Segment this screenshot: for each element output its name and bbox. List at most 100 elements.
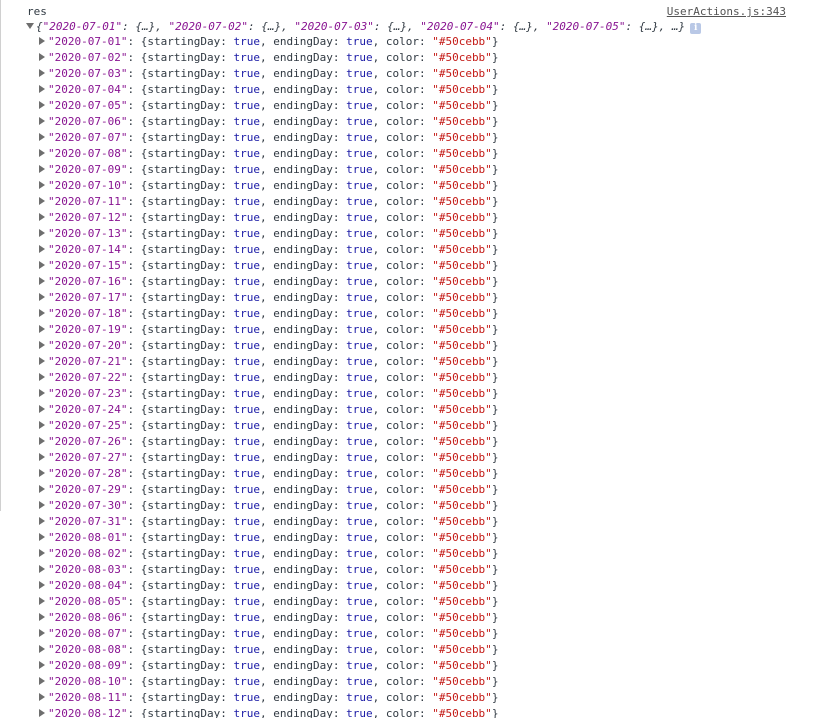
property-row[interactable]: "2020-07-23": {startingDay: true, ending… (39, 386, 498, 402)
property-row[interactable]: "2020-08-11": {startingDay: true, ending… (39, 690, 498, 706)
collapsed-triangle-icon[interactable] (39, 629, 45, 637)
punctuation: } (491, 371, 499, 384)
collapsed-triangle-icon[interactable] (39, 389, 45, 397)
collapsed-triangle-icon[interactable] (39, 149, 45, 157)
punctuation: : (332, 131, 347, 144)
collapsed-triangle-icon[interactable] (39, 181, 45, 189)
collapsed-triangle-icon[interactable] (39, 501, 45, 509)
property-row[interactable]: "2020-08-09": {startingDay: true, ending… (39, 658, 498, 674)
collapsed-triangle-icon[interactable] (39, 101, 45, 109)
property-row[interactable]: "2020-08-04": {startingDay: true, ending… (39, 578, 498, 594)
property-row[interactable]: "2020-07-17": {startingDay: true, ending… (39, 290, 498, 306)
property-row[interactable]: "2020-07-16": {startingDay: true, ending… (39, 274, 498, 290)
property-row[interactable]: "2020-07-15": {startingDay: true, ending… (39, 258, 498, 274)
property-row[interactable]: "2020-07-10": {startingDay: true, ending… (39, 178, 498, 194)
ending-day-value: true (346, 659, 373, 672)
property-row[interactable]: "2020-07-03": {startingDay: true, ending… (39, 66, 498, 82)
property-row[interactable]: "2020-07-14": {startingDay: true, ending… (39, 242, 498, 258)
info-icon[interactable]: i (690, 23, 702, 34)
property-row[interactable]: "2020-07-18": {startingDay: true, ending… (39, 306, 498, 322)
property-row[interactable]: "2020-07-30": {startingDay: true, ending… (39, 498, 498, 514)
collapsed-triangle-icon[interactable] (39, 405, 45, 413)
collapsed-triangle-icon[interactable] (39, 85, 45, 93)
property-row[interactable]: "2020-07-28": {startingDay: true, ending… (39, 466, 498, 482)
property-row[interactable]: "2020-08-05": {startingDay: true, ending… (39, 594, 498, 610)
collapsed-triangle-icon[interactable] (39, 213, 45, 221)
property-row[interactable]: "2020-07-29": {startingDay: true, ending… (39, 482, 498, 498)
collapsed-triangle-icon[interactable] (39, 197, 45, 205)
property-row[interactable]: "2020-07-31": {startingDay: true, ending… (39, 514, 498, 530)
property-row[interactable]: "2020-08-10": {startingDay: true, ending… (39, 674, 498, 690)
source-link[interactable]: UserActions.js:343 (667, 5, 786, 19)
property-row[interactable]: "2020-07-26": {startingDay: true, ending… (39, 434, 498, 450)
property-key: "2020-07-21" (48, 355, 128, 368)
color-value: "#50cebb" (432, 515, 492, 528)
property-row[interactable]: "2020-07-06": {startingDay: true, ending… (39, 114, 498, 130)
punctuation: , (259, 531, 274, 544)
property-row[interactable]: "2020-07-07": {startingDay: true, ending… (39, 130, 498, 146)
property-row[interactable]: "2020-07-27": {startingDay: true, ending… (39, 450, 498, 466)
collapsed-triangle-icon[interactable] (39, 661, 45, 669)
collapsed-triangle-icon[interactable] (39, 645, 45, 653)
collapsed-triangle-icon[interactable] (39, 709, 45, 717)
collapsed-triangle-icon[interactable] (39, 69, 45, 77)
property-row[interactable]: "2020-07-08": {startingDay: true, ending… (39, 146, 498, 162)
property-row[interactable]: "2020-08-02": {startingDay: true, ending… (39, 546, 498, 562)
property-row[interactable]: "2020-07-21": {startingDay: true, ending… (39, 354, 498, 370)
property-row[interactable]: "2020-07-04": {startingDay: true, ending… (39, 82, 498, 98)
collapsed-triangle-icon[interactable] (39, 533, 45, 541)
collapsed-triangle-icon[interactable] (39, 277, 45, 285)
expanded-triangle-icon[interactable] (26, 23, 34, 29)
collapsed-triangle-icon[interactable] (39, 341, 45, 349)
property-row[interactable]: "2020-07-24": {startingDay: true, ending… (39, 402, 498, 418)
punctuation: , (259, 147, 274, 160)
property-row[interactable]: "2020-08-06": {startingDay: true, ending… (39, 610, 498, 626)
property-row[interactable]: "2020-07-02": {startingDay: true, ending… (39, 50, 498, 66)
punctuation: , (259, 243, 274, 256)
property-row[interactable]: "2020-07-12": {startingDay: true, ending… (39, 210, 498, 226)
property-row[interactable]: "2020-07-25": {startingDay: true, ending… (39, 418, 498, 434)
collapsed-triangle-icon[interactable] (39, 437, 45, 445)
collapsed-triangle-icon[interactable] (39, 261, 45, 269)
property-row[interactable]: "2020-07-09": {startingDay: true, ending… (39, 162, 498, 178)
collapsed-triangle-icon[interactable] (39, 37, 45, 45)
collapsed-triangle-icon[interactable] (39, 357, 45, 365)
property-row[interactable]: "2020-08-08": {startingDay: true, ending… (39, 642, 498, 658)
collapsed-triangle-icon[interactable] (39, 245, 45, 253)
property-row[interactable]: "2020-07-20": {startingDay: true, ending… (39, 338, 498, 354)
property-row[interactable]: "2020-07-11": {startingDay: true, ending… (39, 194, 498, 210)
collapsed-triangle-icon[interactable] (39, 693, 45, 701)
collapsed-triangle-icon[interactable] (39, 325, 45, 333)
collapsed-triangle-icon[interactable] (39, 453, 45, 461)
property-row[interactable]: "2020-07-05": {startingDay: true, ending… (39, 98, 498, 114)
object-summary[interactable]: {"2020-07-01": {…}, "2020-07-02": {…}, "… (26, 19, 702, 35)
collapsed-triangle-icon[interactable] (39, 517, 45, 525)
collapsed-triangle-icon[interactable] (39, 581, 45, 589)
collapsed-triangle-icon[interactable] (39, 469, 45, 477)
property-row[interactable]: "2020-08-01": {startingDay: true, ending… (39, 530, 498, 546)
punctuation: : (220, 131, 234, 144)
collapsed-triangle-icon[interactable] (39, 117, 45, 125)
collapsed-triangle-icon[interactable] (39, 229, 45, 237)
collapsed-triangle-icon[interactable] (39, 421, 45, 429)
collapsed-triangle-icon[interactable] (39, 485, 45, 493)
collapsed-triangle-icon[interactable] (39, 613, 45, 621)
collapsed-triangle-icon[interactable] (39, 597, 45, 605)
collapsed-triangle-icon[interactable] (39, 549, 45, 557)
property-row[interactable]: "2020-07-22": {startingDay: true, ending… (39, 370, 498, 386)
collapsed-triangle-icon[interactable] (39, 53, 45, 61)
collapsed-triangle-icon[interactable] (39, 565, 45, 573)
collapsed-triangle-icon[interactable] (39, 133, 45, 141)
property-row[interactable]: "2020-08-12": {startingDay: true, ending… (39, 706, 498, 718)
property-row[interactable]: "2020-07-01": {startingDay: true, ending… (39, 34, 498, 50)
property-row[interactable]: "2020-08-07": {startingDay: true, ending… (39, 626, 498, 642)
collapsed-triangle-icon[interactable] (39, 293, 45, 301)
property-row[interactable]: "2020-07-19": {startingDay: true, ending… (39, 322, 498, 338)
color-value: "#50cebb" (432, 67, 492, 80)
collapsed-triangle-icon[interactable] (39, 309, 45, 317)
collapsed-triangle-icon[interactable] (39, 677, 45, 685)
collapsed-triangle-icon[interactable] (39, 165, 45, 173)
collapsed-triangle-icon[interactable] (39, 373, 45, 381)
property-row[interactable]: "2020-07-13": {startingDay: true, ending… (39, 226, 498, 242)
property-row[interactable]: "2020-08-03": {startingDay: true, ending… (39, 562, 498, 578)
